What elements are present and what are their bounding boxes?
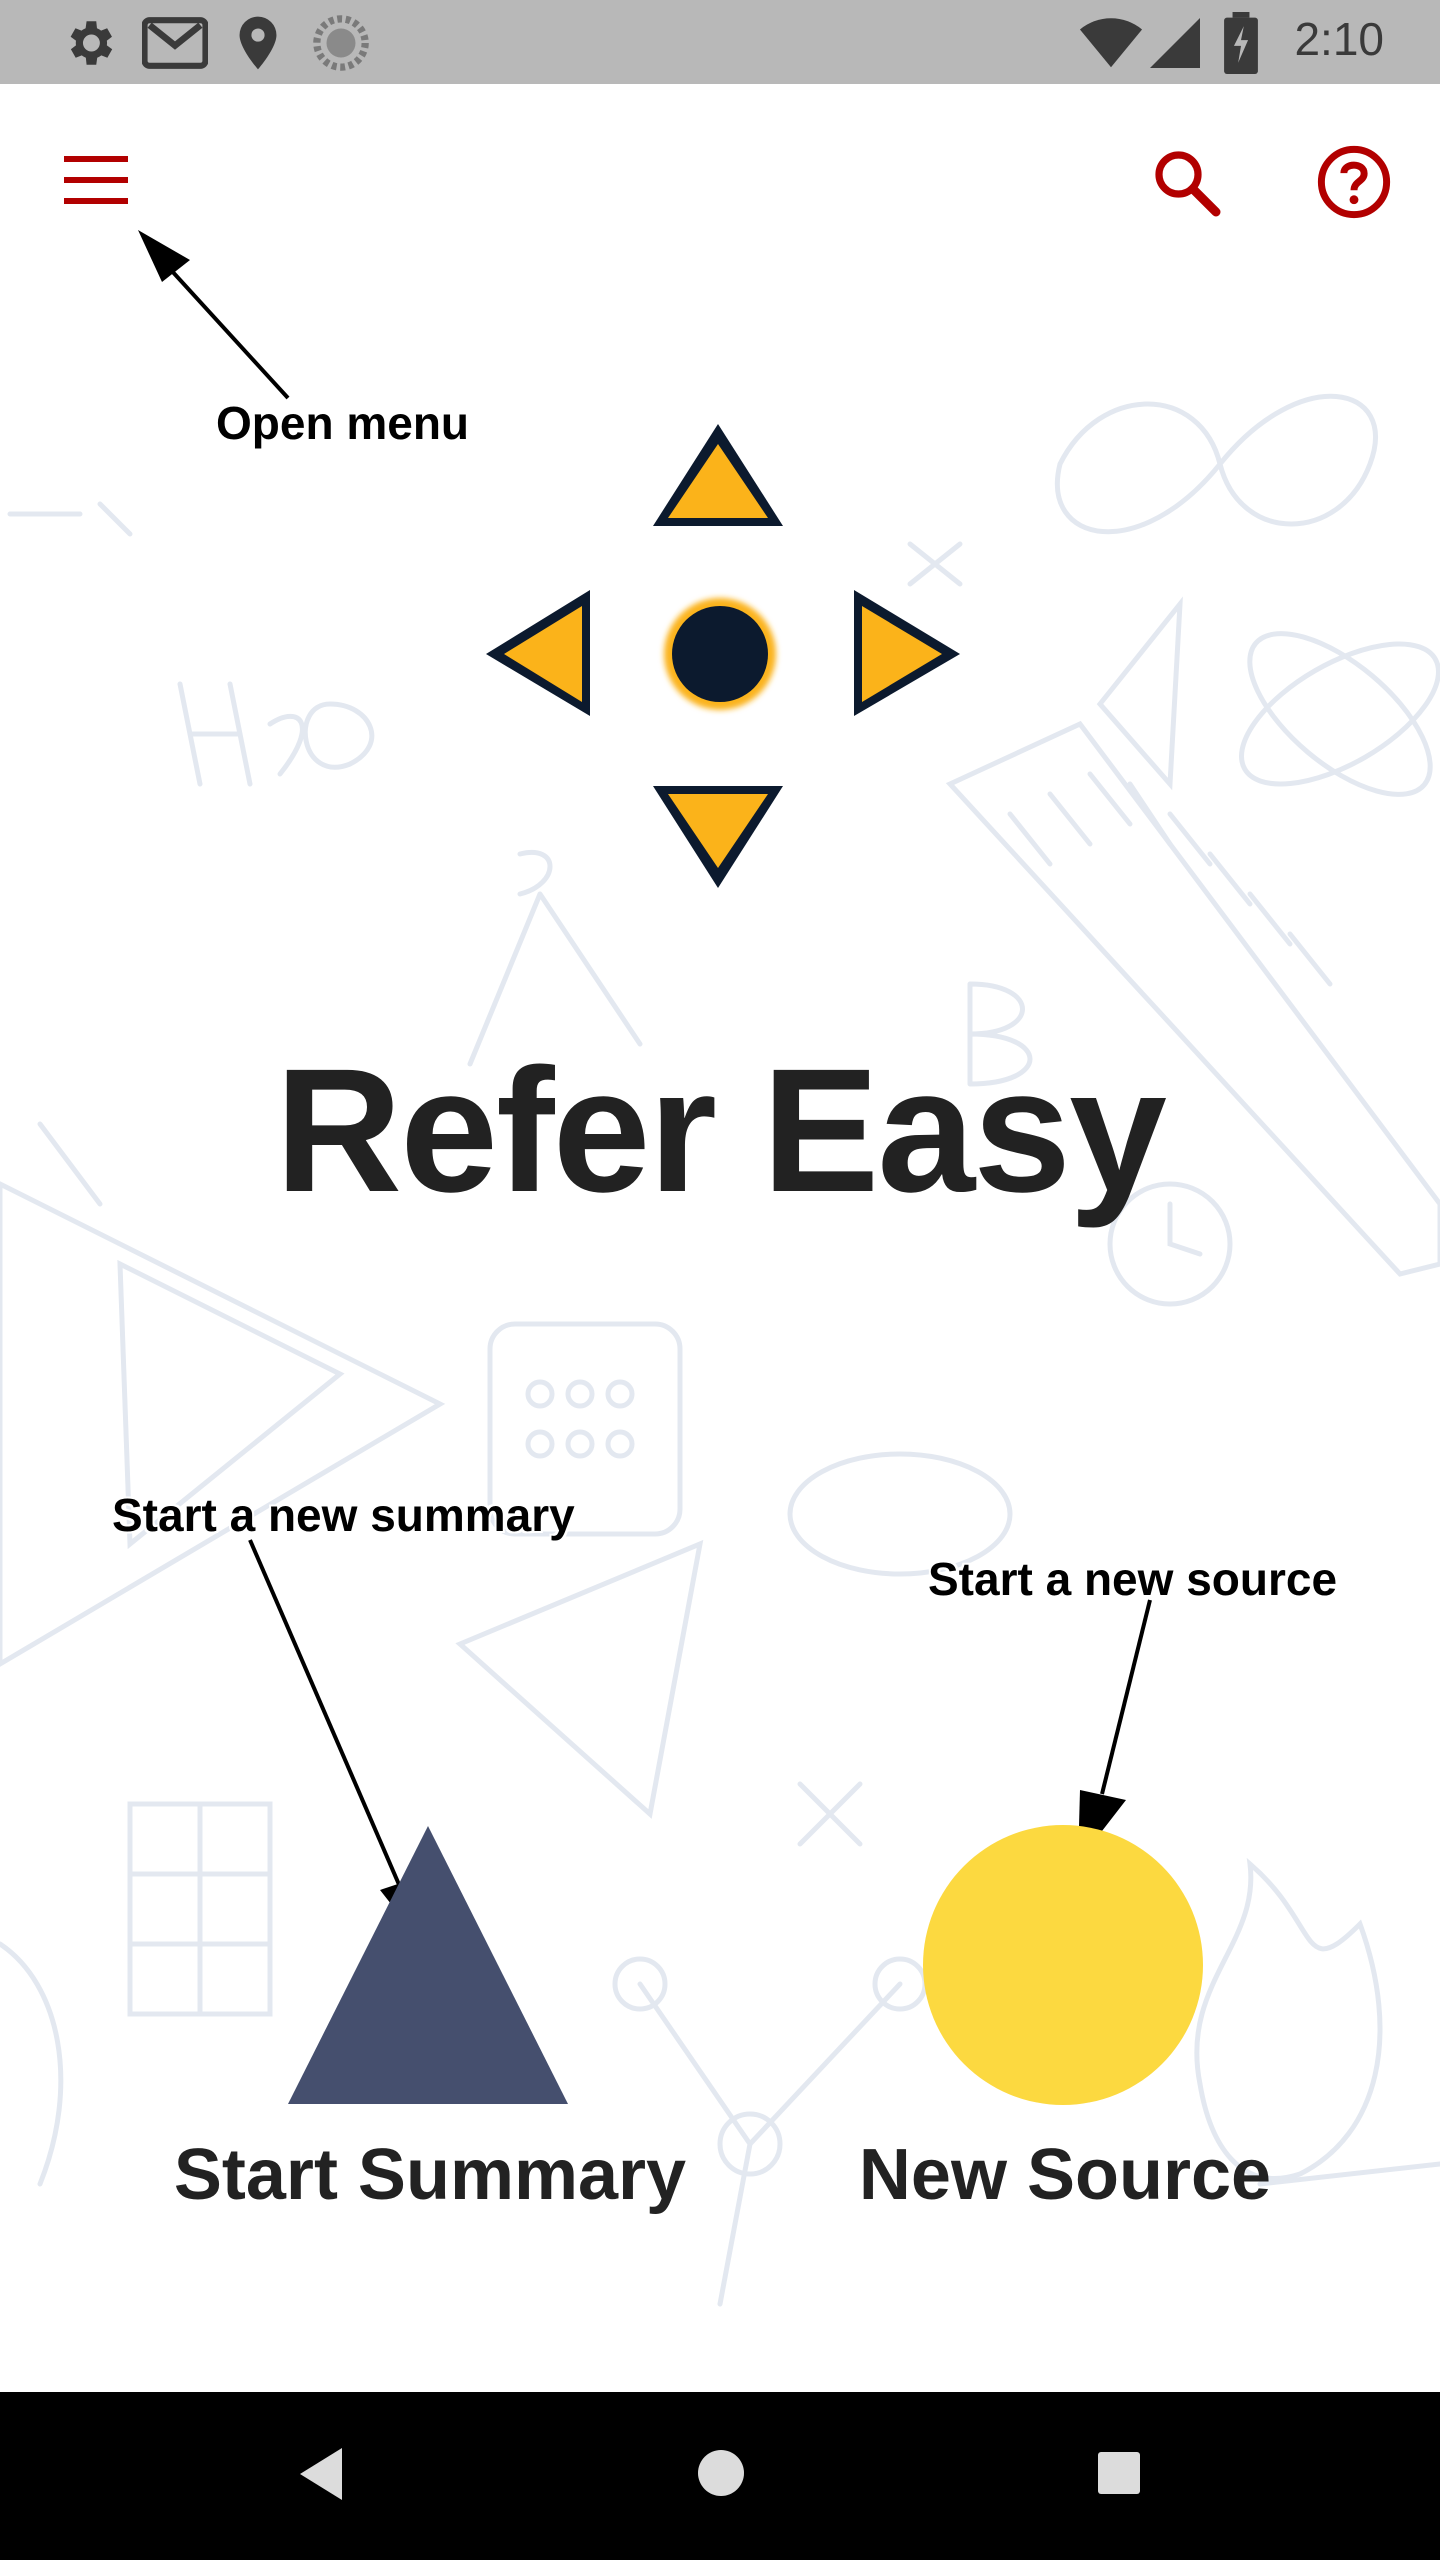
back-icon[interactable] (298, 2446, 344, 2502)
logo-center-dot (672, 606, 768, 702)
home-icon[interactable] (696, 2448, 746, 2498)
search-icon[interactable] (1150, 146, 1222, 218)
app-logo (486, 424, 960, 888)
sync-icon (313, 15, 369, 71)
signal-icon (1150, 18, 1200, 68)
new-source-button[interactable] (922, 1824, 1204, 2106)
battery-icon (1224, 12, 1258, 74)
start-summary-label[interactable]: Start Summary (170, 2134, 690, 2216)
start-summary-button[interactable] (286, 1824, 570, 2106)
location-icon (239, 16, 277, 70)
open-menu-arrow (138, 230, 290, 400)
help-icon[interactable] (1316, 144, 1392, 220)
navigation-bar (0, 2392, 1440, 2560)
status-bar: 2:10 (0, 0, 1440, 84)
settings-icon (70, 21, 113, 65)
wifi-icon (1079, 18, 1143, 68)
annotation-open-menu: Open menu (216, 397, 470, 449)
recents-icon[interactable] (1096, 2450, 1142, 2496)
new-source-label[interactable]: New Source (800, 2134, 1330, 2216)
status-time: 2:10 (1294, 13, 1384, 65)
app-title: Refer Easy (275, 1033, 1167, 1229)
gmail-icon (142, 17, 208, 69)
menu-icon[interactable] (62, 152, 132, 208)
